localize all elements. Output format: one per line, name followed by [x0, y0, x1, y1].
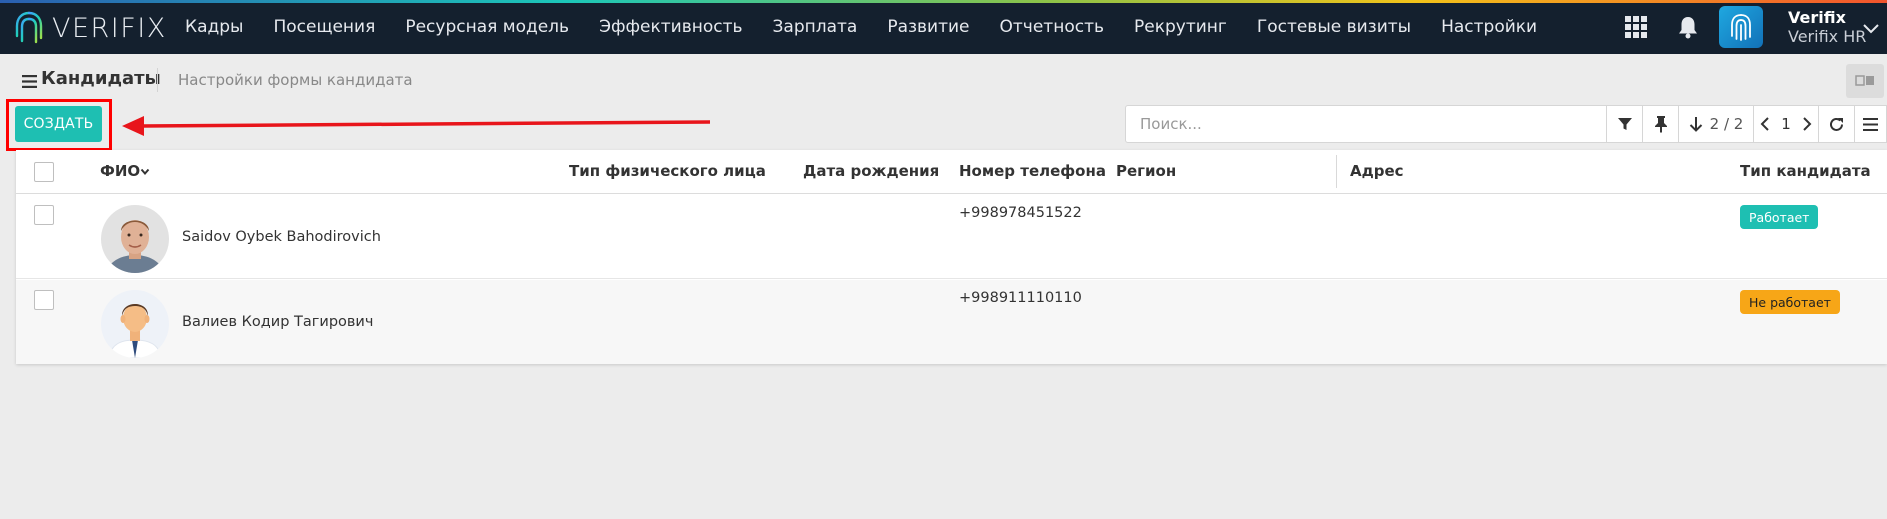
annotation-arrow-icon — [122, 116, 711, 136]
table-row[interactable]: Saidov Oybek Bahodirovich +998978451522 … — [16, 195, 1887, 279]
top-navbar: VERIFIX Кадры Посещения Ресурсная модель… — [0, 0, 1887, 54]
sort-counter[interactable]: 2 / 2 — [1679, 105, 1754, 143]
breadcrumb-form-settings-link[interactable]: Настройки формы кандидата — [178, 71, 413, 89]
column-header-phone[interactable]: Номер телефона — [959, 162, 1106, 180]
person-photo-icon — [101, 205, 169, 273]
chevron-left-icon[interactable] — [1760, 116, 1770, 132]
record-count: 2 / 2 — [1709, 115, 1744, 133]
menu-item-resursnaya-model[interactable]: Ресурсная модель — [405, 17, 569, 37]
column-header-person-type[interactable]: Тип физического лица — [569, 162, 766, 180]
menu-item-nastroyki[interactable]: Настройки — [1441, 17, 1537, 37]
layout-toggle-button[interactable] — [1846, 64, 1884, 98]
bell-icon[interactable] — [1677, 15, 1699, 39]
candidate-photo — [101, 290, 169, 358]
column-resize-handle[interactable] — [1336, 155, 1337, 188]
menu-item-razvitie[interactable]: Развитие — [887, 17, 969, 37]
row-checkbox[interactable] — [34, 290, 54, 310]
table-row[interactable]: Валиев Кодир Тагирович +998911110110 Не … — [16, 280, 1887, 364]
status-badge: Не работает — [1740, 290, 1840, 314]
list-menu-icon — [1863, 117, 1878, 131]
table-header: ФИО Тип физического лица Дата рождения Н… — [16, 150, 1887, 194]
menu-item-zarplata[interactable]: Зарплата — [773, 17, 858, 37]
brand-name: VERIFIX — [52, 12, 167, 44]
person-placeholder-icon — [101, 290, 169, 358]
menu-item-poseshcheniya[interactable]: Посещения — [273, 17, 375, 37]
candidate-name: Валиев Кодир Тагирович — [182, 314, 374, 330]
candidate-name: Saidov Oybek Bahodirovich — [182, 229, 381, 245]
breadcrumb-divider — [157, 68, 158, 92]
column-header-region[interactable]: Регион — [1116, 162, 1176, 180]
hamburger-menu-icon[interactable] — [22, 75, 37, 88]
search-input[interactable] — [1126, 106, 1606, 142]
refresh-icon — [1830, 117, 1843, 131]
candidate-photo — [101, 205, 169, 273]
column-header-fio[interactable]: ФИО — [100, 162, 140, 180]
chevron-down-icon[interactable] — [1862, 23, 1880, 35]
row-checkbox[interactable] — [34, 205, 54, 225]
layout-toggle-icon — [1855, 75, 1874, 86]
status-badge: Работает — [1740, 205, 1819, 229]
fingerprint-logo-icon — [15, 11, 43, 45]
user-name[interactable]: Verifix — [1788, 8, 1846, 27]
candidates-table: ФИО Тип физического лица Дата рождения Н… — [16, 150, 1887, 364]
filter-button[interactable] — [1607, 105, 1643, 143]
menu-item-gostevye-vizity[interactable]: Гостевые визиты — [1257, 17, 1411, 37]
menu-item-rekruting[interactable]: Рекрутинг — [1134, 17, 1227, 37]
filter-icon — [1617, 118, 1632, 130]
app-logo[interactable]: VERIFIX — [14, 10, 167, 46]
fingerprint-icon — [1731, 14, 1751, 41]
arrow-down-icon — [1689, 117, 1702, 132]
menu-item-effektivnost[interactable]: Эффективность — [599, 17, 742, 37]
user-company[interactable]: Verifix HR — [1788, 27, 1866, 46]
menu-item-otchetnost[interactable]: Отчетность — [1000, 17, 1104, 37]
refresh-button[interactable] — [1819, 105, 1855, 143]
menu-item-kadry[interactable]: Кадры — [185, 17, 243, 37]
apps-grid-icon[interactable] — [1625, 16, 1647, 38]
create-button[interactable]: СОЗДАТЬ — [15, 106, 102, 142]
favorites-pin-button[interactable] — [1643, 105, 1679, 143]
user-avatar[interactable] — [1719, 6, 1763, 48]
list-view-menu-button[interactable] — [1855, 105, 1887, 143]
pager: 1 — [1754, 105, 1819, 143]
column-header-address[interactable]: Адрес — [1350, 162, 1404, 180]
candidate-phone: +998978451522 — [959, 205, 1082, 221]
page-number[interactable]: 1 — [1781, 115, 1791, 133]
breadcrumb-title[interactable]: Кандидаты — [41, 68, 161, 89]
pin-icon — [1654, 116, 1667, 133]
select-all-checkbox[interactable] — [34, 162, 54, 182]
search-box[interactable] — [1125, 105, 1607, 143]
main-menu: Кадры Посещения Ресурсная модель Эффекти… — [185, 0, 1567, 54]
chevron-right-icon[interactable] — [1802, 116, 1812, 132]
column-header-birth-date[interactable]: Дата рождения — [803, 162, 939, 180]
candidate-phone: +998911110110 — [959, 290, 1082, 306]
column-header-candidate-type[interactable]: Тип кандидата — [1740, 162, 1871, 180]
sort-chevron-down-icon[interactable] — [140, 168, 150, 176]
